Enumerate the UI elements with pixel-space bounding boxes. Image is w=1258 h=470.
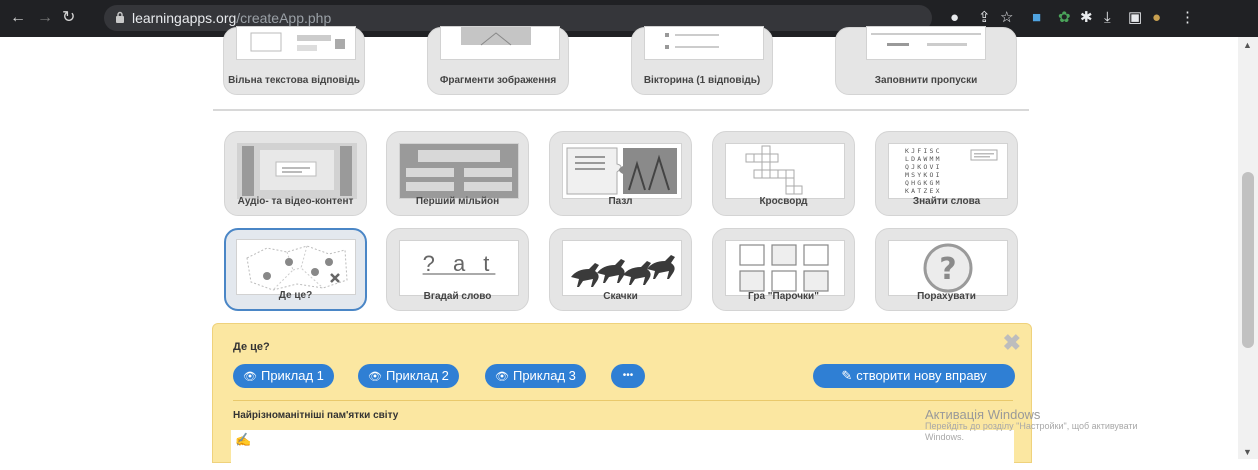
free-text-thumbnail xyxy=(236,26,356,60)
example-2-label: Приклад 2 xyxy=(385,368,449,383)
example-1-button[interactable]: 👁 Приклад 1 xyxy=(233,364,334,388)
app-type-image-fragments[interactable]: Фрагменти зображення xyxy=(427,26,569,95)
app-detail-panel: Де це? ✖ 👁 Приклад 1 👁 Приклад 2 👁 Приклад … xyxy=(212,323,1032,470)
question-mark-thumbnail: ? xyxy=(888,240,1008,296)
app-type-puzzle[interactable]: Пазл xyxy=(549,131,692,216)
eye-icon: 👁 xyxy=(368,371,382,383)
exercise-preview-area xyxy=(231,430,1014,470)
example-2-button[interactable]: 👁 Приклад 2 xyxy=(358,364,459,388)
image-fragments-thumbnail xyxy=(440,26,560,60)
exercise-title: Найрізноманітніші пам'ятки світу xyxy=(233,410,399,421)
forward-arrow-icon[interactable]: → xyxy=(37,9,53,27)
app-type-audio-video[interactable]: Аудіо- та відео-контент xyxy=(224,131,367,216)
star-icon[interactable]: ☆ xyxy=(1000,9,1013,27)
extension-icon[interactable]: ✿ xyxy=(1058,9,1071,27)
panel-separator xyxy=(233,400,1013,401)
share-icon[interactable]: ⇪ xyxy=(978,9,991,27)
word-search-thumbnail: KJFISC LDAWMM QJKOVI MSYKOI QHGKGM KATZE… xyxy=(888,143,1008,199)
download-icon[interactable]: ⤓ xyxy=(1104,9,1111,27)
scroll-up-arrow-icon[interactable]: ▲ xyxy=(1243,40,1252,50)
create-new-exercise-button[interactable]: ✎ створити нову вправу xyxy=(813,364,1015,388)
horse-race-thumbnail xyxy=(562,240,682,296)
puzzle-thumbnail xyxy=(562,143,682,199)
more-button[interactable]: ••• xyxy=(611,364,645,388)
tile-label: Де це? xyxy=(278,290,313,301)
tile-label: Порахувати xyxy=(917,291,976,302)
translate-extension-icon[interactable]: ■ xyxy=(1032,9,1041,27)
matching-pairs-thumbnail xyxy=(725,240,845,296)
millionaire-thumbnail xyxy=(399,143,519,199)
extensions-puzzle-icon[interactable]: ✱ xyxy=(1080,9,1093,27)
quiz-thumbnail xyxy=(644,26,764,60)
tile-label: Пазл xyxy=(608,196,633,207)
app-type-free-text[interactable]: Вільна текстова відповідь xyxy=(223,26,365,95)
app-type-horse-race[interactable]: Скачки xyxy=(549,228,692,311)
app-type-fill-gaps[interactable]: Заповнити пропуски xyxy=(835,26,1017,95)
app-type-where-is-it[interactable]: Де це? xyxy=(224,228,367,311)
reload-icon[interactable]: ↻ xyxy=(62,9,75,27)
question-mark-icon: ? xyxy=(923,243,973,293)
tile-label: Вільна текстова відповідь xyxy=(228,75,360,86)
tile-label: Аудіо- та відео-контент xyxy=(237,196,354,207)
url-domain: learningapps.org xyxy=(132,10,237,26)
windows-activation-text: Перейдіть до розділу "Настройки", щоб ак… xyxy=(925,421,1138,431)
svg-text:?: ? xyxy=(939,252,956,287)
menu-dots-icon[interactable]: ⋮ xyxy=(1180,9,1195,27)
app-type-crossword[interactable]: Кросворд xyxy=(712,131,855,216)
tile-label: Скачки xyxy=(603,291,638,302)
page-scrollbar[interactable]: ▲ ▼ xyxy=(1238,37,1258,459)
eye-icon: 👁 xyxy=(243,371,257,383)
app-type-count[interactable]: ? Порахувати xyxy=(875,228,1018,311)
guess-word-thumbnail: ? a t xyxy=(399,240,519,296)
scrollbar-thumb[interactable] xyxy=(1242,172,1254,348)
tile-label: Заповнити пропуски xyxy=(874,75,978,86)
guess-word-letters: ? a t xyxy=(422,251,496,276)
app-type-word-search[interactable]: KJFISC LDAWMM QJKOVI MSYKOI QHGKGM KATZE… xyxy=(875,131,1018,216)
eye-icon: 👁 xyxy=(495,371,509,383)
windows-activation-text-2: Windows. xyxy=(925,432,965,442)
scroll-down-arrow-icon[interactable]: ▼ xyxy=(1243,447,1252,457)
tile-label: Вгадай слово xyxy=(423,291,492,302)
pencil-icon: ✎ xyxy=(841,368,853,383)
example-1-label: Приклад 1 xyxy=(260,368,324,383)
google-icon[interactable]: ● xyxy=(950,9,959,27)
app-type-guess-word[interactable]: ? a t Вгадай слово xyxy=(386,228,529,311)
section-divider xyxy=(213,109,1029,111)
url-text: learningapps.org/createApp.php xyxy=(132,10,331,26)
url-path: /createApp.php xyxy=(236,10,332,26)
app-type-quiz[interactable]: Вікторина (1 відповідь) xyxy=(631,26,773,95)
example-3-button[interactable]: 👁 Приклад 3 xyxy=(485,364,586,388)
example-3-label: Приклад 3 xyxy=(512,368,576,383)
avatar[interactable]: ● xyxy=(1152,9,1161,27)
create-label: створити нову вправу xyxy=(856,368,987,383)
lock-icon xyxy=(116,11,124,23)
panel-title: Де це? xyxy=(233,341,270,353)
browser-toolbar: ← → ↻ learningapps.org/createApp.php ● ⇪… xyxy=(0,0,1258,37)
tile-label: Перший мільйон xyxy=(415,196,500,207)
edit-note-icon[interactable]: ✍ xyxy=(235,432,251,448)
map-thumbnail xyxy=(236,239,356,295)
tile-label: Вікторина (1 відповідь) xyxy=(643,75,761,86)
app-type-millionaire[interactable]: Перший мільйон xyxy=(386,131,529,216)
back-arrow-icon[interactable]: ← xyxy=(10,9,26,27)
tile-label: Гра "Парочки" xyxy=(748,291,819,302)
windows-activation-title: Активація Windows xyxy=(925,407,1041,422)
close-icon[interactable]: ✖ xyxy=(1003,330,1021,356)
fill-gaps-thumbnail xyxy=(866,26,986,60)
crossword-thumbnail xyxy=(725,143,845,199)
side-panel-icon[interactable]: ▣ xyxy=(1128,9,1142,27)
audio-video-thumbnail xyxy=(237,143,357,199)
tile-label: Фрагменти зображення xyxy=(439,75,557,86)
tile-label: Знайти слова xyxy=(912,196,981,207)
app-type-matching-pairs[interactable]: Гра "Парочки" xyxy=(712,228,855,311)
tile-label: Кросворд xyxy=(759,196,808,207)
